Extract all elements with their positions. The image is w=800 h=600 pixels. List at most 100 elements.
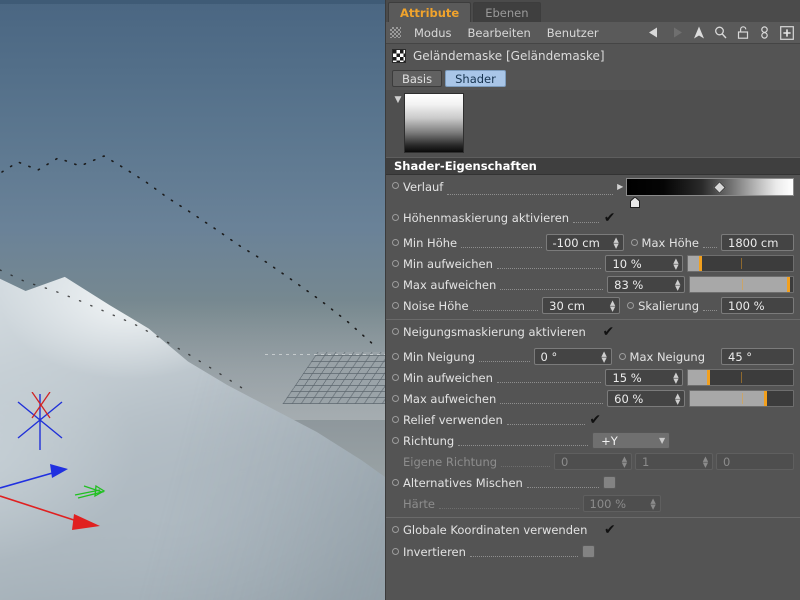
row-max-aufweichen-neigung: Max aufweichen 60 % ▲ ▼	[386, 388, 800, 409]
spinner-icon[interactable]: ▲ ▼	[600, 350, 609, 363]
slider-min-aufweichen-neigung[interactable]	[687, 369, 794, 386]
slider-max-aufweichen-hoehe[interactable]	[689, 276, 795, 293]
gradient-bar[interactable]	[626, 178, 795, 208]
row-eigene-richtung: Eigene Richtung 0 ▲ ▼ 1 ▲ ▼ 0	[386, 451, 800, 472]
up-arrow-icon[interactable]	[691, 25, 706, 40]
leader-dots	[461, 238, 542, 248]
spinner-icon[interactable]: ▲ ▼	[612, 236, 621, 249]
input-min-neigung[interactable]: 0 ° ▲ ▼	[533, 348, 612, 365]
object-header: Geländemaske [Geländemaske]	[386, 44, 800, 68]
value-haerte: 100 %	[589, 496, 627, 511]
gradient-preview-thumbnail[interactable]	[404, 93, 464, 153]
row-marker-icon	[392, 281, 399, 288]
shader-preview-row: ▼	[386, 90, 800, 157]
row-relief-verwenden: Relief verwenden ✔	[386, 409, 800, 430]
axis-gizmo[interactable]	[0, 400, 200, 600]
input-max-aufweichen-hoehe[interactable]: 83 % ▲ ▼	[607, 276, 686, 293]
input-min-hoehe[interactable]: -100 cm ▲ ▼	[545, 234, 624, 251]
leader-dots	[709, 352, 717, 362]
drag-grip-icon[interactable]	[390, 27, 401, 38]
search-icon[interactable]	[713, 25, 728, 40]
label-hoehenmaskierung: Höhenmaskierung aktivieren	[403, 210, 570, 225]
slider-handle[interactable]	[698, 256, 702, 271]
row-marker-icon	[392, 526, 399, 533]
leader-dots	[506, 415, 585, 425]
value-eigene-richtung-y: 1	[642, 454, 650, 469]
spinner-icon[interactable]: ▲ ▼	[671, 371, 680, 384]
slider-handle[interactable]	[707, 370, 711, 385]
row-marker-icon	[392, 548, 399, 555]
menu-modus[interactable]: Modus	[406, 26, 460, 40]
input-min-aufweichen-neigung[interactable]: 15 % ▲ ▼	[605, 369, 684, 386]
checkbox-relief-verwenden[interactable]: ✔	[589, 413, 602, 427]
checkbox-alternatives-mischen[interactable]	[602, 476, 616, 489]
label-min-neigung: Min Neigung	[403, 349, 476, 364]
object-title: Geländemaske [Geländemaske]	[413, 49, 605, 63]
row-marker-icon	[630, 239, 638, 246]
spinner-icon[interactable]: ▲ ▼	[671, 257, 680, 270]
link-icon[interactable]	[757, 25, 772, 40]
menu-bearbeiten[interactable]: Bearbeiten	[460, 26, 539, 40]
label-min-aufweichen-neigung: Min aufweichen	[403, 370, 493, 385]
3d-viewport[interactable]	[0, 0, 385, 600]
row-marker-icon	[392, 353, 399, 360]
tab-ebenen[interactable]: Ebenen	[473, 2, 541, 22]
label-neigungsmaskierung: Neigungsmaskierung aktivieren	[403, 324, 586, 339]
input-max-hoehe[interactable]: 1800 cm	[721, 234, 794, 251]
checkbox-invertieren[interactable]	[581, 545, 595, 558]
checker-swatch-icon	[392, 49, 406, 63]
label-globale-koordinaten: Globale Koordinaten verwenden	[403, 522, 588, 537]
spinner-icon[interactable]: ▲ ▼	[673, 392, 682, 405]
slider-handle[interactable]	[764, 391, 768, 406]
slider-max-aufweichen-neigung[interactable]	[689, 390, 795, 407]
slider-min-aufweichen-hoehe[interactable]	[687, 255, 794, 272]
dropdown-richtung[interactable]: +Y ▼	[592, 432, 671, 449]
back-arrow-icon[interactable]	[647, 25, 662, 40]
leader-dots	[496, 259, 602, 269]
input-max-aufweichen-neigung[interactable]: 60 % ▲ ▼	[607, 390, 686, 407]
input-max-neigung[interactable]: 45 °	[721, 348, 794, 365]
input-skalierung[interactable]: 100 %	[721, 297, 794, 314]
label-max-neigung: Max Neigung	[629, 349, 705, 364]
slider-fill	[688, 256, 699, 271]
slider-handle[interactable]	[786, 277, 790, 292]
label-verlauf: Verlauf	[403, 180, 444, 194]
row-min-aufweichen-neigung: Min aufweichen 15 % ▲ ▼	[386, 367, 800, 388]
label-max-aufweichen-hoehe: Max aufweichen	[403, 277, 497, 292]
leader-dots	[501, 457, 550, 467]
leader-dots	[496, 373, 602, 383]
input-noise-hoehe[interactable]: 30 cm ▲ ▼	[542, 297, 621, 314]
forward-arrow-icon[interactable]	[669, 25, 684, 40]
unlock-icon[interactable]	[735, 25, 750, 40]
axis-y	[74, 484, 106, 499]
gradient-knot-handle[interactable]	[630, 197, 641, 208]
gradient-knot-diamond[interactable]	[713, 181, 726, 194]
leader-dots	[703, 238, 717, 248]
subtab-basis[interactable]: Basis	[392, 70, 443, 87]
label-noise-hoehe: Noise Höhe	[403, 298, 469, 313]
input-eigene-richtung-x: 0 ▲ ▼	[554, 453, 632, 470]
value-skalierung: 100 %	[728, 298, 765, 313]
input-min-aufweichen-hoehe[interactable]: 10 % ▲ ▼	[605, 255, 684, 272]
add-icon[interactable]	[779, 25, 794, 40]
slider-fill	[690, 391, 765, 406]
label-relief-verwenden: Relief verwenden	[403, 412, 503, 427]
tab-attribute[interactable]: Attribute	[388, 2, 472, 22]
axis-z	[0, 464, 68, 489]
menu-benutzer[interactable]: Benutzer	[539, 26, 607, 40]
checkbox-globale-koordinaten[interactable]: ✔	[603, 523, 616, 537]
spinner-icon[interactable]: ▲ ▼	[673, 278, 682, 291]
collapse-caret-icon[interactable]: ▼	[392, 94, 404, 106]
label-haerte: Härte	[403, 496, 436, 511]
expand-arrow-icon[interactable]: ▶	[617, 178, 623, 196]
spinner-icon[interactable]: ▲ ▼	[608, 299, 617, 312]
label-alternatives-mischen: Alternatives Mischen	[403, 475, 523, 490]
slider-fill	[688, 370, 708, 385]
spinner-icon: ▲ ▼	[621, 454, 628, 469]
checkbox-neigungsmaskierung[interactable]: ✔	[602, 325, 615, 339]
panel-tab-strip: Attribute Ebenen	[386, 0, 800, 22]
subtab-shader[interactable]: Shader	[445, 70, 506, 87]
row-marker-icon	[392, 214, 399, 221]
value-max-aufweichen-neigung: 60 %	[614, 391, 644, 406]
checkbox-hoehenmaskierung[interactable]: ✔	[603, 211, 616, 225]
